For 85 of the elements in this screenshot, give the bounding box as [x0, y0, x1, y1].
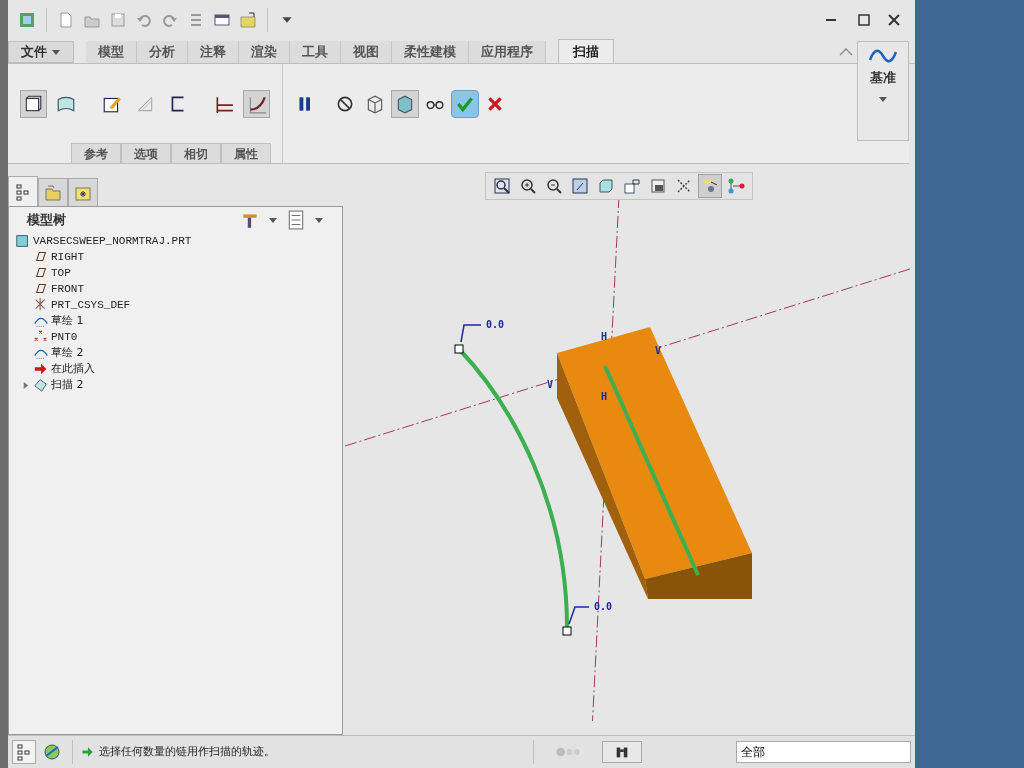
- ribbon-tab[interactable]: 应用程序: [469, 41, 546, 63]
- sub-tab[interactable]: 参考: [71, 143, 121, 163]
- dimension-label: V: [547, 379, 554, 390]
- annotation-display-icon: [701, 177, 719, 195]
- dimension-label: V: [655, 345, 662, 356]
- model-tree-toggle-button[interactable]: [12, 740, 36, 764]
- leader-line: [568, 606, 590, 625]
- ribbon-tab[interactable]: 模型: [86, 41, 137, 63]
- datum-label: 基准: [870, 69, 896, 87]
- folders-icon: [44, 183, 62, 202]
- ribbon-tab[interactable]: 注释: [188, 41, 239, 63]
- status-message: 选择任何数量的链用作扫描的轨迹。: [99, 743, 275, 760]
- tree-item[interactable]: 草绘 2: [51, 344, 84, 362]
- view-manager-icon: [649, 177, 667, 195]
- arrow-icon: [33, 361, 49, 377]
- remove-icon: [135, 94, 155, 114]
- sub-tab[interactable]: 相切: [171, 143, 221, 163]
- save-icon: [109, 11, 127, 29]
- variable-button[interactable]: [243, 90, 270, 118]
- annotation-display-button[interactable]: [698, 174, 722, 198]
- folder-icon: [239, 11, 257, 29]
- favorites-tab[interactable]: [68, 178, 98, 206]
- preview-solid-button[interactable]: [391, 90, 419, 118]
- caret-icon: [878, 95, 888, 103]
- find-button[interactable]: [602, 741, 642, 763]
- refit-icon: [493, 177, 511, 195]
- preview-mesh-icon: [365, 94, 385, 114]
- maximize-button[interactable]: [855, 11, 873, 29]
- list-icon: [286, 210, 306, 230]
- tree-item[interactable]: RIGHT: [51, 248, 84, 266]
- app-icon: [18, 11, 36, 29]
- caret-icon: [51, 48, 61, 56]
- cancel-icon: [485, 94, 505, 114]
- tree-item[interactable]: PRT_CSYS_DEF: [51, 296, 131, 314]
- tree-item[interactable]: 在此插入: [51, 360, 95, 378]
- preview-solid-icon: [395, 94, 415, 114]
- ribbon-tab[interactable]: 柔性建模: [392, 41, 469, 63]
- ribbon-tab[interactable]: 工具: [290, 41, 341, 63]
- minimize-icon: [825, 18, 837, 22]
- endpoint-marker: [562, 626, 572, 636]
- solid-button[interactable]: [20, 90, 47, 118]
- tree-tab[interactable]: [8, 176, 38, 206]
- file-menu[interactable]: 文件: [8, 41, 74, 63]
- shading-icon: [597, 177, 615, 195]
- tree-icon: [14, 182, 32, 201]
- caret-icon: [268, 216, 278, 224]
- solid-icon: [23, 94, 44, 114]
- sub-tab[interactable]: 选项: [121, 143, 171, 163]
- surface-icon: [56, 94, 77, 114]
- globe-icon: [43, 743, 61, 761]
- ribbon-tab[interactable]: 渲染: [239, 41, 290, 63]
- new-icon: [57, 11, 75, 29]
- model-tree-title: 模型树: [27, 211, 66, 230]
- leader-line: [460, 324, 482, 343]
- datum-group[interactable]: 基准: [857, 41, 909, 141]
- sub-tab[interactable]: 属性: [221, 143, 271, 163]
- windows-icon: [213, 11, 231, 29]
- caret-icon: [314, 216, 324, 224]
- tree-item[interactable]: PNT0: [51, 328, 78, 346]
- part-icon: [15, 233, 31, 249]
- tree-item[interactable]: TOP: [51, 264, 71, 282]
- dimension-label: H: [601, 391, 608, 402]
- dimension-label: 0.0: [594, 601, 613, 612]
- no-preview-icon: [335, 94, 355, 114]
- arrow-icon: [81, 745, 95, 759]
- tree-item[interactable]: VARSECSWEEP_NORMTRAJ.PRT: [33, 232, 192, 250]
- zoom-in-icon: [519, 177, 537, 195]
- dimension-label: H: [601, 331, 608, 342]
- sweep-feature-icon: [33, 377, 49, 393]
- spin-center-icon: [727, 177, 745, 195]
- tree-item[interactable]: 扫描 2: [51, 376, 84, 394]
- repaint-icon: [571, 177, 589, 195]
- endpoint-marker: [454, 344, 464, 354]
- tree-item[interactable]: 草绘 1: [51, 312, 84, 330]
- datum-display-icon: [675, 177, 693, 195]
- selection-filter-dropdown[interactable]: 全部: [736, 741, 911, 763]
- ribbon-tab[interactable]: 视图: [341, 41, 392, 63]
- saved-views-icon: [623, 177, 641, 195]
- tree-item[interactable]: FRONT: [51, 280, 84, 298]
- ribbon-tab[interactable]: 扫描: [558, 39, 614, 63]
- zoom-out-icon: [545, 177, 563, 195]
- dimension-label: 0.0: [486, 319, 505, 330]
- maximize-icon: [855, 11, 873, 29]
- tree-icon: [15, 743, 33, 761]
- ribbon-tab[interactable]: 分析: [137, 41, 188, 63]
